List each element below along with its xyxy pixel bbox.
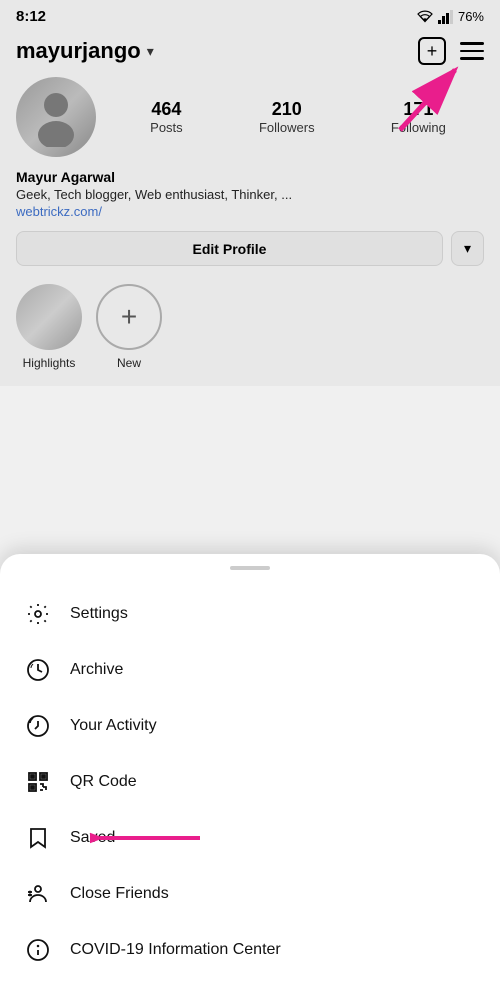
archive-label: Archive: [70, 661, 123, 679]
menu-item-saved[interactable]: Saved: [0, 810, 500, 866]
highlights-row: Highlights + New: [16, 280, 484, 374]
status-bar: 8:12 76%: [0, 0, 500, 29]
posts-label: Posts: [150, 120, 183, 135]
qr-icon: [24, 768, 52, 796]
close-friends-icon: [24, 880, 52, 908]
add-highlight-icon: +: [121, 301, 137, 333]
posts-stat[interactable]: 464 Posts: [150, 99, 183, 135]
following-count: 171: [403, 99, 433, 120]
followers-count: 210: [272, 99, 302, 120]
battery-level: 76%: [458, 9, 484, 24]
menu-item-covid[interactable]: COVID-19 Information Center: [0, 922, 500, 978]
wifi-icon: [416, 10, 434, 24]
close-friends-label: Close Friends: [70, 885, 169, 903]
stats-row: 464 Posts 210 Followers 171 Following: [16, 77, 484, 157]
signal-icon: [438, 10, 454, 24]
menu-item-qr[interactable]: QR Code: [0, 754, 500, 810]
new-highlight-item[interactable]: + New: [96, 284, 162, 370]
bio-name: Mayur Agarwal: [16, 169, 484, 185]
menu-item-archive[interactable]: Archive: [0, 642, 500, 698]
activity-label: Your Activity: [70, 717, 157, 735]
archive-icon: [24, 656, 52, 684]
posts-count: 464: [151, 99, 181, 120]
highlights-circle: [16, 284, 82, 350]
sheet-handle: [230, 566, 270, 570]
dropdown-chevron-icon: ▾: [464, 240, 471, 257]
activity-icon: [24, 712, 52, 740]
info-circle-icon: [24, 936, 52, 964]
following-label: Following: [391, 120, 446, 135]
add-content-button[interactable]: +: [418, 37, 446, 65]
profile-dropdown-button[interactable]: ▾: [451, 231, 484, 266]
covid-label: COVID-19 Information Center: [70, 941, 281, 959]
add-highlight-circle: +: [96, 284, 162, 350]
gear-icon: [24, 600, 52, 628]
new-highlight-label: New: [117, 356, 141, 370]
status-icons: 76%: [416, 9, 484, 24]
profile-section: mayurjango ▾ +: [0, 29, 500, 386]
avatar[interactable]: [16, 77, 96, 157]
username-row: mayurjango ▾: [16, 38, 154, 64]
highlights-item[interactable]: Highlights: [16, 284, 82, 370]
followers-stat[interactable]: 210 Followers: [259, 99, 315, 135]
bookmark-icon: [24, 824, 52, 852]
hamburger-icon: [460, 42, 484, 60]
username-chevron-icon[interactable]: ▾: [147, 43, 154, 60]
bio-section: Mayur Agarwal Geek, Tech blogger, Web en…: [16, 169, 484, 219]
edit-profile-button[interactable]: Edit Profile: [16, 231, 443, 266]
header-icons: +: [418, 37, 484, 65]
qr-label: QR Code: [70, 773, 137, 791]
menu-item-settings[interactable]: Settings: [0, 586, 500, 642]
saved-arrow-annotation: [90, 823, 210, 853]
header: mayurjango ▾ +: [16, 29, 484, 77]
bottom-sheet: Settings Archive Your Activity: [0, 554, 500, 998]
avatar-image: [16, 77, 96, 157]
following-stat[interactable]: 171 Following: [391, 99, 446, 135]
menu-item-close-friends[interactable]: Close Friends: [0, 866, 500, 922]
settings-label: Settings: [70, 605, 128, 623]
status-time: 8:12: [16, 8, 46, 25]
bio-text: Geek, Tech blogger, Web enthusiast, Thin…: [16, 187, 484, 202]
edit-profile-row: Edit Profile ▾: [16, 231, 484, 266]
username: mayurjango: [16, 38, 141, 64]
add-square-icon: +: [418, 37, 446, 65]
followers-label: Followers: [259, 120, 315, 135]
menu-button[interactable]: [460, 42, 484, 60]
menu-item-activity[interactable]: Your Activity: [0, 698, 500, 754]
stats: 464 Posts 210 Followers 171 Following: [112, 99, 484, 135]
highlights-label: Highlights: [23, 356, 76, 370]
bio-link[interactable]: webtrickz.com/: [16, 204, 484, 219]
